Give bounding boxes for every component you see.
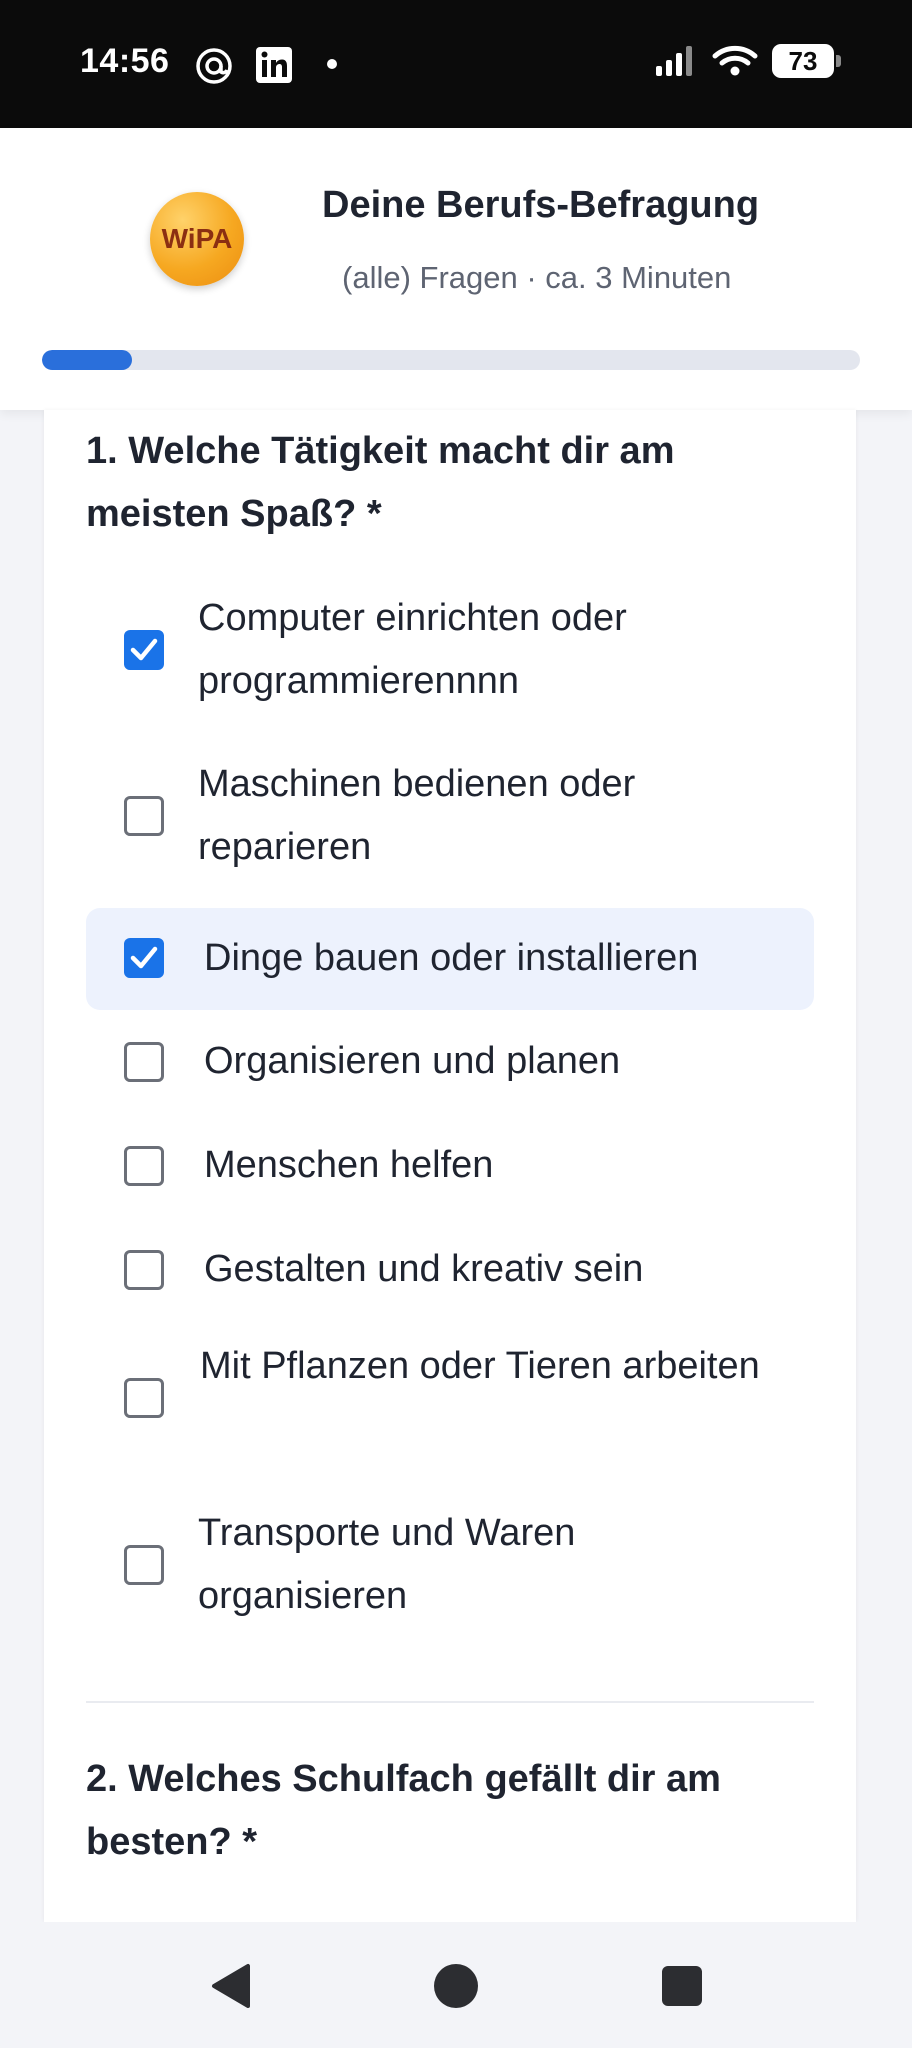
option-bauen[interactable]: Dinge bauen oder installieren	[86, 908, 814, 1010]
system-nav-bar	[0, 1922, 912, 2048]
signal-icon	[656, 46, 692, 76]
battery-icon: 73	[772, 44, 841, 78]
battery-level: 73	[788, 45, 818, 76]
home-icon[interactable]	[432, 1962, 480, 2010]
question-1-title: 1. Welche Tätigkeit macht dir am meisten…	[86, 430, 675, 535]
checkbox-icon[interactable]	[124, 1545, 164, 1585]
option-menschen[interactable]: Menschen helfen	[86, 1128, 814, 1204]
option-gestalten[interactable]: Gestalten und kreativ sein	[86, 1232, 814, 1308]
option-organisieren[interactable]: Organisieren und planen	[86, 1024, 814, 1100]
checkbox-icon[interactable]	[124, 1042, 164, 1082]
question-divider	[86, 1701, 814, 1703]
option-label: Mit Pflanzen oder Tieren arbeiten	[200, 1345, 760, 1387]
progress-bar	[42, 350, 860, 370]
option-label: Menschen helfen	[204, 1144, 494, 1186]
option-label: Gestalten und kreativ sein	[204, 1248, 644, 1290]
page-title: Deine Berufs-Befragung	[322, 184, 760, 226]
option-pflanzen[interactable]: Mit Pflanzen oder Tieren arbeiten	[86, 1338, 814, 1458]
option-transporte[interactable]: Transporte und Waren organisieren	[86, 1505, 814, 1625]
progress-bar-fill	[42, 350, 132, 370]
option-label: Maschinen bedienen oder reparieren	[198, 763, 636, 868]
page-subtitle: (alle) Fragen · ca. 3 Minuten	[342, 260, 732, 295]
question-card: 1. Welche Tätigkeit macht dir am meisten…	[44, 410, 856, 1922]
option-maschinen[interactable]: Maschinen bedienen oder reparieren	[86, 756, 814, 876]
linkedin-icon	[256, 47, 292, 83]
checkbox-icon[interactable]	[124, 1146, 164, 1186]
checkbox-checked-icon[interactable]	[124, 938, 164, 978]
checkbox-checked-icon[interactable]	[124, 630, 164, 670]
checkbox-icon[interactable]	[124, 1378, 164, 1418]
survey-header: WiPA Deine Berufs-Befragung (alle) Frage…	[0, 128, 912, 410]
dot-icon	[327, 59, 337, 69]
wipa-logo: WiPA	[150, 192, 244, 286]
wifi-icon	[712, 45, 758, 76]
option-label: Computer einrichten oder programmierennn…	[198, 597, 627, 702]
checkbox-icon[interactable]	[124, 796, 164, 836]
question-2-title: 2. Welches Schulfach gefällt dir am best…	[86, 1758, 721, 1863]
status-time: 14:56	[80, 42, 170, 80]
option-label: Dinge bauen oder installieren	[204, 937, 699, 979]
checkbox-icon[interactable]	[124, 1250, 164, 1290]
back-icon[interactable]	[208, 1962, 254, 2010]
status-bar: 14:56 73	[0, 0, 912, 128]
recents-icon[interactable]	[660, 1964, 704, 2008]
option-computer[interactable]: Computer einrichten oder programmierennn…	[86, 590, 814, 710]
logo-text: WiPA	[161, 223, 233, 254]
option-label: Organisieren und planen	[204, 1040, 621, 1082]
option-label: Transporte und Waren organisieren	[198, 1512, 576, 1617]
threads-icon	[196, 48, 232, 84]
